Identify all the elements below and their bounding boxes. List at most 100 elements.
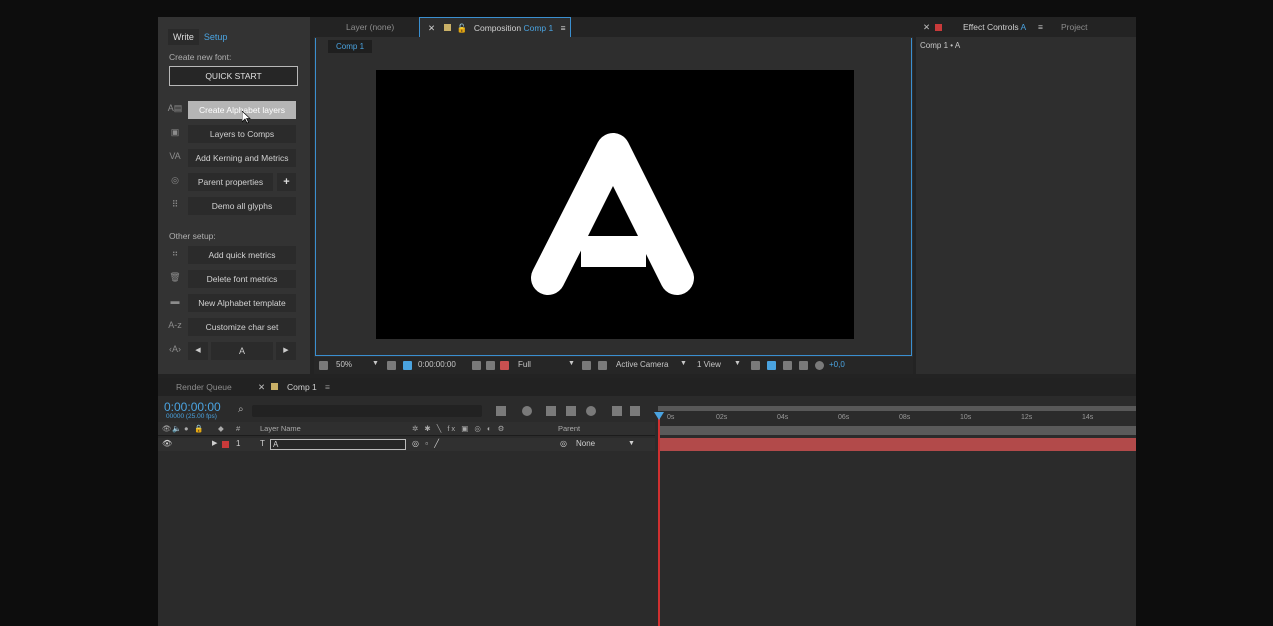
pickwhip-icon[interactable]: ◎ <box>560 439 567 448</box>
snapshot-icon[interactable] <box>472 361 481 370</box>
playhead-marker-icon[interactable] <box>654 412 664 420</box>
customize-char-set-button[interactable]: Customize char set <box>188 318 296 336</box>
next-char-button[interactable]: ▶ <box>276 342 296 360</box>
col-parent[interactable]: Parent <box>558 424 580 433</box>
tab-render-queue[interactable]: Render Queue <box>176 377 232 397</box>
resolution-dropdown-icon[interactable]: ▼ <box>568 360 575 367</box>
glyph-a <box>531 133 694 295</box>
char-stepper-icon: ‹A› <box>169 344 181 354</box>
add-kerning-button[interactable]: Add Kerning and Metrics <box>188 149 296 167</box>
reset-exposure-icon[interactable] <box>815 361 824 370</box>
expand-arrow-icon[interactable]: ▶ <box>212 439 217 447</box>
region-of-interest-icon[interactable] <box>582 361 591 370</box>
comp-viewer: Comp 1 <box>315 38 912 356</box>
viewer-timecode[interactable]: 0:00:00:00 <box>418 360 456 369</box>
layer-duration-bar[interactable] <box>658 438 1136 451</box>
audio-icon[interactable]: 🔈 <box>172 424 181 433</box>
flowchart-icon[interactable] <box>799 361 808 370</box>
zoom-dropdown-icon[interactable]: ▼ <box>372 360 379 367</box>
tab-layer[interactable]: Layer (none) <box>346 17 394 37</box>
solo-icon[interactable]: ● <box>184 424 189 433</box>
shy-layers-icon[interactable] <box>546 406 556 416</box>
frame-blending-icon[interactable] <box>566 406 576 416</box>
fx-tab-name: A <box>1020 22 1027 32</box>
new-alphabet-template-button[interactable]: New Alphabet template <box>188 294 296 312</box>
eye-icon[interactable]: 👁 <box>162 424 172 433</box>
layers-to-comps-button[interactable]: Layers to Comps <box>188 125 296 143</box>
toggle-pixel-aspect-icon[interactable] <box>751 361 760 370</box>
col-layer-name[interactable]: Layer Name <box>260 424 301 433</box>
comp-canvas[interactable] <box>376 70 854 339</box>
search-icon: ⌕ <box>238 404 244 415</box>
current-time-indicator[interactable] <box>658 412 660 626</box>
timeline-icon[interactable] <box>783 361 792 370</box>
views-select[interactable]: 1 View <box>697 360 721 369</box>
panel-menu-icon[interactable]: ≡ <box>1038 17 1043 37</box>
camera-dropdown-icon[interactable]: ▼ <box>680 360 687 367</box>
eye-icon[interactable]: 👁 <box>162 439 172 448</box>
timeline-timecode[interactable]: 0:00:00:00 <box>164 400 221 414</box>
comp-mini-flowchart-icon[interactable] <box>496 406 506 416</box>
az-icon: A-z <box>168 320 182 330</box>
zoom-select[interactable]: 50% <box>336 360 352 369</box>
close-icon[interactable]: ✕ <box>923 17 930 37</box>
transparency-grid-icon[interactable] <box>598 361 607 370</box>
label-color-swatch <box>443 24 451 31</box>
fast-previews-icon[interactable] <box>767 361 776 370</box>
views-dropdown-icon[interactable]: ▼ <box>734 360 741 367</box>
show-snapshot-icon[interactable] <box>486 361 495 370</box>
work-area-top[interactable] <box>658 406 1136 411</box>
tab-write[interactable]: Write <box>168 29 199 45</box>
lock-icon: 🔓 <box>456 23 468 33</box>
safe-zones-icon[interactable] <box>387 361 396 370</box>
layer-name-field[interactable]: A <box>270 439 406 450</box>
parent-select[interactable]: None <box>576 439 595 448</box>
parent-dropdown-icon[interactable]: ▼ <box>628 440 635 447</box>
comp-subtab[interactable]: Comp 1 <box>328 40 373 53</box>
demo-all-glyphs-button[interactable]: Demo all glyphs <box>188 197 296 215</box>
graph-editor-icon[interactable] <box>612 406 622 416</box>
parent-properties-button[interactable]: Parent properties <box>188 173 273 191</box>
layer-switches[interactable]: ◎ ▫ ╱ <box>412 439 441 448</box>
always-preview-icon[interactable] <box>319 361 328 370</box>
comp-tabbar: Layer (none) ✕ 🔓 Composition Comp 1 ≡ <box>314 17 913 37</box>
delete-font-metrics-button[interactable]: Delete font metrics <box>188 270 296 288</box>
label-icon[interactable]: ◆ <box>218 424 224 433</box>
kerning-icon: VA <box>169 151 181 161</box>
tab-comp1-timeline[interactable]: Comp 1 <box>287 377 317 397</box>
after-effects-window: Write Setup Create new font: QUICK START… <box>158 17 1136 626</box>
motion-blur-icon[interactable] <box>586 406 596 416</box>
tab-setup[interactable]: Setup <box>199 29 233 45</box>
tab-project[interactable]: Project <box>1061 17 1087 37</box>
mask-visibility-icon[interactable] <box>403 361 412 370</box>
add-quick-metrics-button[interactable]: Add quick metrics <box>188 246 296 264</box>
ruler-tick: 02s <box>716 414 728 421</box>
work-area-bar[interactable] <box>658 426 1136 435</box>
prev-char-button[interactable]: ◀ <box>188 342 208 360</box>
tab-composition[interactable]: ✕ 🔓 Composition Comp 1 ≡ <box>419 17 571 37</box>
other-setup-label: Other setup: <box>169 231 216 241</box>
add-parent-button[interactable]: + <box>277 173 296 191</box>
camera-select[interactable]: Active Camera <box>616 360 668 369</box>
close-icon[interactable]: ✕ <box>428 23 435 33</box>
resolution-select[interactable]: Full <box>518 360 531 369</box>
layers-to-comps-icon: ▣ <box>170 127 180 137</box>
ruler-tick: 12s <box>1021 414 1033 421</box>
draft-3d-icon[interactable] <box>522 406 532 416</box>
close-icon[interactable]: ✕ <box>258 377 265 397</box>
quick-start-button[interactable]: QUICK START <box>169 66 298 86</box>
panel-menu-icon[interactable]: ≡ <box>561 23 566 33</box>
lock-icon[interactable]: 🔒 <box>194 424 203 433</box>
timeline-panel: Render Queue ✕ Comp 1 ≡ 0:00:00:00 00000… <box>158 378 1136 626</box>
parent-icon: ◎ <box>171 175 179 185</box>
layer-search-input[interactable] <box>252 405 482 417</box>
current-char-display: A <box>211 342 273 360</box>
layer-row[interactable]: 👁 ▶ 1 T A ◎ ▫ ╱ ◎ None ▼ <box>158 438 655 451</box>
channel-icon[interactable] <box>500 361 509 370</box>
label-color-swatch[interactable] <box>222 441 229 448</box>
panel-menu-icon[interactable]: ≡ <box>325 377 330 397</box>
tab-effect-controls[interactable]: Effect Controls A <box>963 17 1026 37</box>
brainstorm-icon[interactable] <box>630 406 640 416</box>
exposure-value[interactable]: +0,0 <box>829 360 845 369</box>
time-ruler[interactable]: 0s 02s 04s 06s 08s 10s 12s 14s <box>658 402 1136 424</box>
